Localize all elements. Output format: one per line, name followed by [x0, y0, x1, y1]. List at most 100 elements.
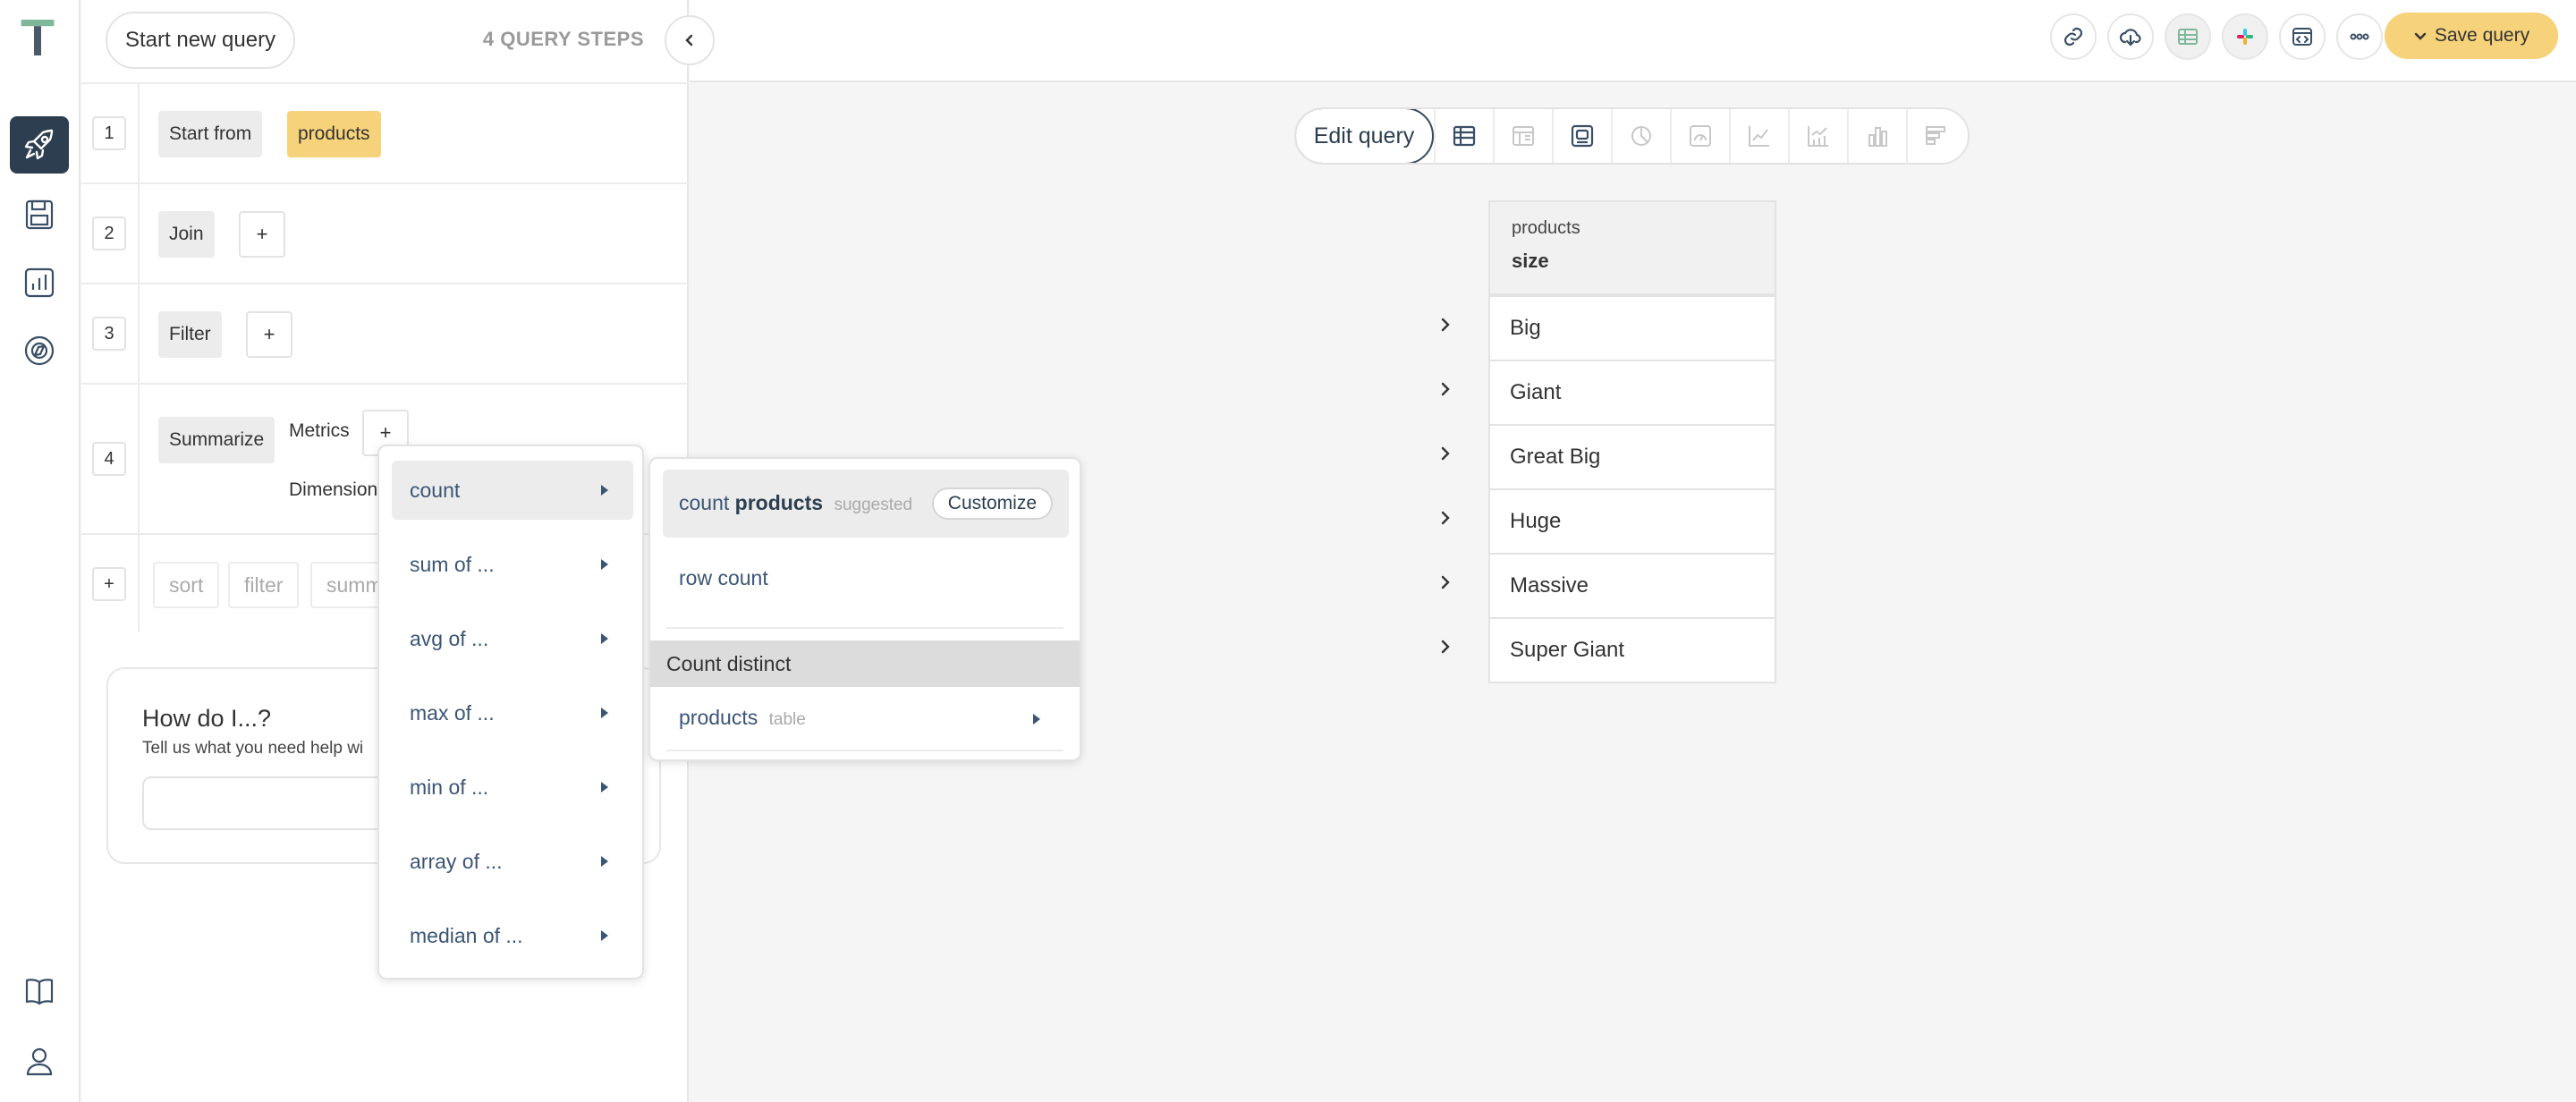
- collapse-panel-button[interactable]: [665, 15, 715, 65]
- app-logo[interactable]: [20, 20, 61, 64]
- spreadsheet-icon: [2178, 29, 2198, 45]
- table-row[interactable]: Big: [1490, 295, 1775, 360]
- count-table: products: [734, 491, 824, 514]
- menu-item-median[interactable]: median of ...: [392, 906, 633, 965]
- menu-item-avg[interactable]: avg of ...: [392, 609, 633, 668]
- metric-type-menu: count sum of ... avg of ... max of ... m…: [377, 445, 644, 979]
- menu-item-count[interactable]: count: [392, 461, 633, 520]
- menu-item-array[interactable]: array of ...: [392, 832, 633, 891]
- caret-right-icon: [601, 782, 608, 793]
- table-row[interactable]: Giant: [1490, 360, 1775, 424]
- step-start-from: 1 Start from products: [81, 82, 689, 182]
- row-expand-button[interactable]: [1435, 572, 1456, 593]
- chevron-right-icon: [1441, 640, 1450, 654]
- column-name: size: [1512, 250, 1549, 272]
- saved-nav-button[interactable]: [10, 186, 69, 243]
- save-disk-icon: [25, 199, 54, 230]
- add-join-button[interactable]: +: [239, 211, 285, 258]
- row-expand-button[interactable]: [1435, 507, 1456, 529]
- result-table: products size Big Giant Great Big Huge M…: [1488, 200, 1776, 683]
- menu-item-min[interactable]: min of ...: [392, 758, 633, 817]
- table-row[interactable]: Great Big: [1490, 424, 1775, 488]
- column-chart-icon: [1868, 127, 1887, 147]
- caret-right-icon: [601, 708, 608, 718]
- more-options-button[interactable]: [2336, 13, 2383, 60]
- code-window-icon: [2292, 28, 2312, 46]
- menu-item-label: count: [410, 478, 461, 502]
- start-new-query-button[interactable]: Start new query: [106, 12, 296, 69]
- start-from-label: Start from: [158, 111, 263, 157]
- join-label: Join: [158, 211, 215, 258]
- single-value-view-button[interactable]: [1552, 109, 1611, 163]
- slack-icon: [2237, 29, 2253, 45]
- number-card-icon: [1571, 124, 1594, 148]
- products-table-option[interactable]: products table: [679, 706, 806, 730]
- step-number: 3: [92, 317, 126, 351]
- horizontal-bar-view-button[interactable]: [1906, 109, 1965, 163]
- dashboards-nav-button[interactable]: [10, 254, 69, 311]
- step-number: 2: [92, 216, 126, 250]
- save-query-button[interactable]: Save query: [2385, 13, 2558, 59]
- menu-item-max[interactable]: max of ...: [392, 683, 633, 742]
- link-icon: [2063, 27, 2083, 47]
- menu-item-sum[interactable]: sum of ...: [392, 535, 633, 594]
- step-divider: [138, 84, 140, 182]
- menu-item-label: array of ...: [410, 849, 503, 873]
- menu-divider: [666, 750, 1063, 751]
- embed-button[interactable]: [2279, 13, 2326, 60]
- share-link-button[interactable]: [2050, 13, 2097, 60]
- row-expand-button[interactable]: [1435, 314, 1456, 335]
- add-sort-button[interactable]: sort: [153, 562, 220, 608]
- table-view-button[interactable]: [1434, 109, 1493, 163]
- compass-icon: [24, 335, 55, 366]
- combo-view-button[interactable]: [1788, 109, 1847, 163]
- edit-query-button[interactable]: Edit query: [1296, 109, 1434, 163]
- caret-right-icon: [601, 856, 608, 867]
- add-step-plus-button[interactable]: +: [92, 567, 126, 601]
- table-row[interactable]: Huge: [1490, 488, 1775, 553]
- table-row[interactable]: Super Giant: [1490, 617, 1775, 682]
- line-view-button[interactable]: [1729, 109, 1788, 163]
- explore-nav-button[interactable]: [10, 322, 69, 379]
- step-divider: [138, 184, 140, 283]
- filter-label: Filter: [158, 311, 222, 358]
- count-distinct-section: Count distinct: [650, 640, 1080, 687]
- row-expand-button[interactable]: [1435, 636, 1456, 657]
- top-toolbar: Save query: [690, 0, 2576, 82]
- count-prefix: count: [679, 491, 730, 514]
- products-option-label: products: [679, 706, 758, 729]
- bar-view-button[interactable]: [1847, 109, 1906, 163]
- docs-nav-button[interactable]: [10, 962, 69, 1020]
- add-filter-step-button[interactable]: filter: [228, 562, 300, 608]
- customize-button[interactable]: Customize: [931, 487, 1053, 520]
- cloud-download-icon: [2119, 29, 2141, 47]
- bar-chart-icon: [24, 267, 55, 298]
- start-from-table-chip[interactable]: products: [287, 111, 381, 157]
- rocket-nav-button[interactable]: [10, 116, 69, 174]
- caret-right-icon: [1033, 714, 1040, 725]
- sheets-export-button[interactable]: [2165, 13, 2211, 60]
- step-number: 1: [92, 116, 126, 150]
- table-row[interactable]: Massive: [1490, 553, 1775, 617]
- caret-right-icon: [601, 559, 608, 570]
- add-filter-button[interactable]: +: [246, 311, 292, 358]
- count-submenu: count products suggested Customize row c…: [648, 457, 1081, 761]
- summarize-label: Summarize: [158, 417, 275, 463]
- step-filter: 3 Filter +: [81, 283, 689, 383]
- menu-item-label: median of ...: [410, 923, 523, 947]
- download-button[interactable]: [2107, 13, 2154, 60]
- menu-item-label: avg of ...: [410, 626, 489, 650]
- chevron-down-icon: [2414, 32, 2427, 40]
- row-expand-button[interactable]: [1435, 378, 1456, 400]
- column-table-name: products: [1512, 218, 1580, 238]
- pivot-view-button[interactable]: [1493, 109, 1552, 163]
- column-header[interactable]: products size: [1490, 202, 1775, 295]
- row-expand-button[interactable]: [1435, 443, 1456, 464]
- row-count-option[interactable]: row count: [679, 566, 768, 590]
- slack-export-button[interactable]: [2222, 13, 2268, 60]
- chevron-right-icon: [1441, 382, 1450, 396]
- pie-view-button[interactable]: [1611, 109, 1670, 163]
- profile-nav-button[interactable]: [10, 1032, 69, 1089]
- gauge-view-button[interactable]: [1670, 109, 1729, 163]
- count-products-option[interactable]: count products suggested Customize: [663, 470, 1069, 538]
